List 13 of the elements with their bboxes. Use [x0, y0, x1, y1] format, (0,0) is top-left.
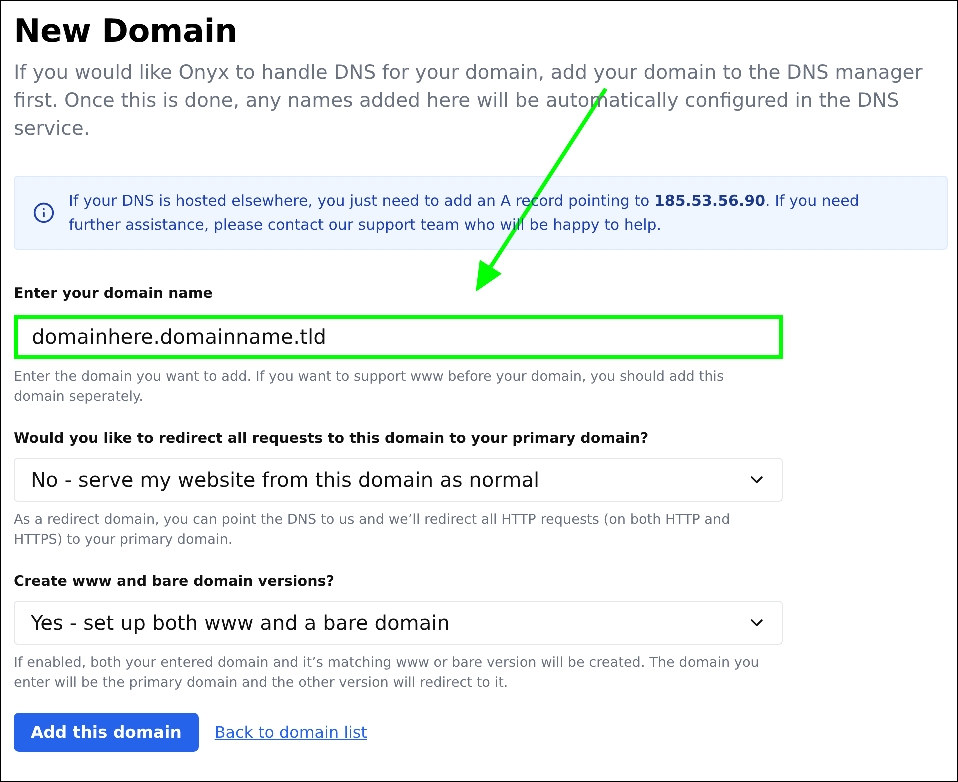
dropdown-select[interactable]: No - serve my website from this domain as normal	[14, 458, 783, 502]
field-label: Would you like to redirect all requests to this domain to your primary domain?	[14, 430, 650, 449]
help-text: If enabled, both your entered domain and it’s matching www or bare version will be created. The domain you enter will be the primary domain and the other version will redirect to it.	[14, 654, 760, 693]
dropdown-select[interactable]: Yes - set up both www and a bare domain	[14, 601, 783, 645]
page-title: New Domain	[14, 11, 238, 52]
info-icon	[33, 202, 55, 224]
field-label: Create www and bare domain versions?	[14, 573, 336, 592]
back-link[interactable]: Back to domain list	[214, 723, 368, 742]
help-text: As a redirect domain, you can point the DNS to us and we’ll redirect all HTTP requests (on both HTTP and HTTPS) to your primary domain.	[14, 511, 732, 550]
help-text: Enter the domain you want to add. If you want to support www before your domain, you should add this domain seperately.	[14, 368, 726, 407]
add-domain-button[interactable]: Add this domain	[14, 713, 199, 752]
domain-input-field[interactable]: domainhere.domainname.tld	[14, 315, 783, 359]
field-label: Enter your domain name	[14, 285, 214, 304]
